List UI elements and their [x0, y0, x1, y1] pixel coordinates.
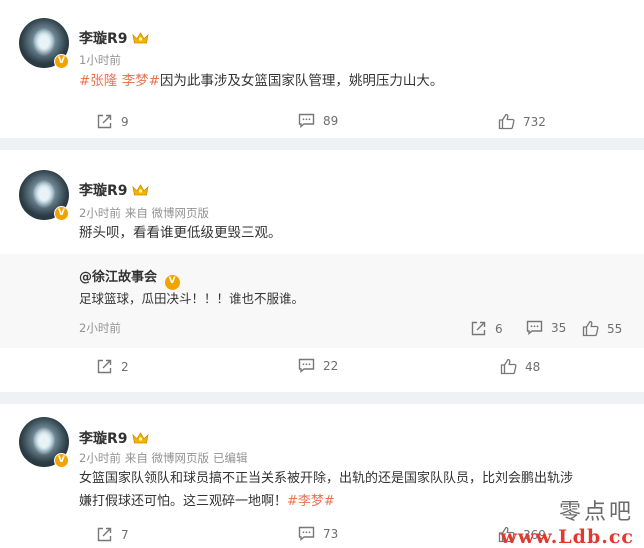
- quoted-like-button[interactable]: 55: [582, 320, 622, 337]
- quoted-comment-button[interactable]: 35: [526, 320, 566, 335]
- post-card: V 李璇R9 1小时前 #张隆 李梦#因为此事涉及女篮国家队管理，姚明压力山大。…: [0, 0, 644, 138]
- thumbs-up-icon: [582, 320, 599, 337]
- post-card: V 李璇R9 2小时前 来自 微博网页版 掰头呗，看看谁更低级更毁三观。 @徐江故…: [0, 150, 644, 392]
- comment-button[interactable]: 73: [298, 526, 338, 541]
- verified-badge-icon: V: [54, 54, 69, 69]
- crown-icon: [131, 184, 149, 196]
- watermark-title: 零点吧: [558, 500, 634, 525]
- comment-icon: [526, 320, 543, 335]
- like-button[interactable]: 48: [500, 358, 540, 375]
- share-icon: [97, 359, 112, 374]
- site-watermark: 零点吧 www.Ldb.cc: [501, 494, 634, 548]
- author-name[interactable]: 李璇R9: [79, 183, 128, 199]
- watermark-url: www.Ldb.cc: [500, 526, 634, 548]
- quoted-post[interactable]: @徐江故事会 V 足球篮球，瓜田决斗！！！谁也不服谁。 2小时前 6 35 55: [0, 254, 644, 348]
- author-name[interactable]: 李璇R9: [79, 31, 128, 47]
- quoted-author[interactable]: @徐江故事会: [79, 270, 157, 285]
- crown-icon: [131, 32, 149, 44]
- crown-icon: [131, 432, 149, 444]
- repost-button[interactable]: 2: [96, 358, 129, 375]
- quoted-repost-button[interactable]: 6: [470, 320, 503, 337]
- thumbs-up-icon: [498, 113, 515, 130]
- comment-icon: [298, 113, 315, 128]
- comment-icon: [298, 526, 315, 541]
- post-text-line1: 女篮国家队领队和球员搞不正当关系被开除，出轨的还是国家队队员，比刘会鹏出轨涉: [79, 471, 574, 486]
- post-time[interactable]: 2小时前: [79, 451, 121, 465]
- author-name[interactable]: 李璇R9: [79, 431, 128, 447]
- post-time[interactable]: 1小时前: [79, 53, 121, 67]
- thumbs-up-icon: [500, 358, 517, 375]
- like-button[interactable]: 732: [498, 113, 546, 130]
- edited-label[interactable]: 已编辑: [213, 451, 248, 465]
- share-icon: [471, 321, 486, 336]
- comment-button[interactable]: 22: [298, 358, 338, 373]
- post-text: #张隆 李梦#因为此事涉及女篮国家队管理，姚明压力山大。: [79, 73, 444, 89]
- repost-button[interactable]: 9: [96, 113, 129, 130]
- post-source: 来自 微博网页版: [124, 206, 209, 220]
- post-text-line2: 嫌打假球还可怕。这三观碎一地啊！#李梦#: [79, 494, 335, 509]
- comment-button[interactable]: 89: [298, 113, 338, 128]
- post-text: 掰头呗，看看谁更低级更毁三观。: [79, 225, 282, 241]
- post-time[interactable]: 2小时前: [79, 206, 121, 220]
- quoted-time[interactable]: 2小时前: [79, 320, 121, 336]
- share-icon: [97, 114, 112, 129]
- quoted-text: 足球篮球，瓜田决斗！！！谁也不服谁。: [79, 291, 305, 306]
- topic-tag[interactable]: #李梦#: [287, 494, 335, 509]
- repost-button[interactable]: 7: [96, 526, 129, 543]
- verified-badge-icon: V: [54, 453, 69, 468]
- post-source: 来自 微博网页版: [124, 451, 209, 465]
- comment-icon: [298, 358, 315, 373]
- verified-badge-icon: V: [54, 206, 69, 221]
- share-icon: [97, 527, 112, 542]
- topic-tag[interactable]: #张隆 李梦#: [79, 73, 160, 89]
